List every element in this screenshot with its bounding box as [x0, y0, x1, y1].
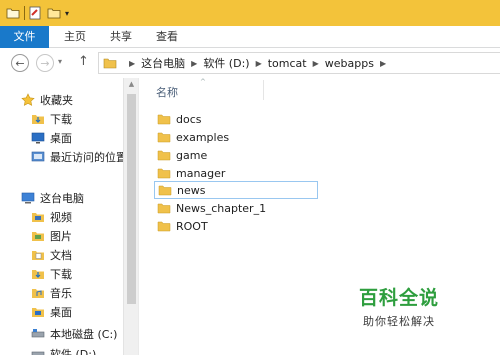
list-item-docs[interactable]: docs [154, 110, 318, 128]
watermark: 百科全说 助你轻松解决 [336, 283, 462, 329]
list-item-news-chapter-1[interactable]: News_chapter_1 [154, 199, 318, 217]
breadcrumb-chevron-icon[interactable]: ▶ [129, 59, 135, 68]
sidebar-item-desktop-pc[interactable]: 桌面 [30, 302, 72, 322]
folder-icon [156, 111, 172, 127]
sidebar-item-label: 桌面 [50, 132, 72, 145]
sidebar-item-videos[interactable]: 视频 [30, 207, 72, 227]
folder-icon [156, 129, 172, 145]
tab-file[interactable]: 文件 [0, 26, 49, 48]
watermark-title: 百科全说 [358, 287, 439, 309]
tab-share[interactable]: 共享 [101, 26, 141, 48]
list-item-root[interactable]: ROOT [154, 217, 318, 235]
file-name: News_chapter_1 [176, 201, 267, 215]
column-divider[interactable] [263, 80, 264, 100]
videos-folder-icon [30, 209, 46, 225]
customize-toolbar-chevron-icon[interactable]: ▾ [61, 9, 73, 18]
breadcrumb-this-pc[interactable]: 这台电脑 [141, 55, 185, 71]
list-item-game[interactable]: game [154, 146, 318, 164]
sidebar-item-label: 本地磁盘 (C:) [50, 328, 118, 341]
folder-icon [156, 218, 172, 234]
sidebar-item-recent-places[interactable]: 最近访问的位置 [30, 147, 127, 167]
recent-places-icon [30, 149, 46, 165]
breadcrumb-chevron-icon[interactable]: ▶ [313, 59, 319, 68]
sidebar-item-downloads-pc[interactable]: 下载 [30, 264, 72, 284]
file-name: news [177, 183, 206, 197]
sidebar-item-pictures[interactable]: 图片 [30, 226, 72, 246]
scroll-thumb[interactable] [127, 94, 136, 304]
sidebar-item-favorites[interactable]: 收藏夹 [20, 90, 73, 110]
folder-icon [156, 147, 172, 163]
column-header-name[interactable]: 名称 [156, 84, 178, 100]
folder-icon[interactable] [6, 2, 20, 24]
sidebar-item-label: 下载 [50, 268, 72, 281]
new-folder-icon[interactable] [47, 2, 61, 24]
recent-locations-chevron-icon[interactable]: ▾ [58, 57, 62, 66]
download-folder-icon [30, 111, 46, 127]
documents-folder-icon [30, 247, 46, 263]
file-name: game [176, 148, 208, 162]
sidebar-item-label: 这台电脑 [40, 192, 84, 205]
ribbon-tabs: 文件 主页 共享 查看 [0, 26, 500, 48]
drive-icon [30, 346, 46, 355]
scroll-up-icon[interactable]: ▲ [124, 80, 138, 92]
properties-icon[interactable] [29, 2, 42, 24]
sidebar-item-label: 收藏夹 [40, 94, 73, 107]
star-icon [20, 92, 36, 108]
sidebar-item-label: 最近访问的位置 [50, 151, 127, 164]
sidebar-item-local-disk-c[interactable]: 本地磁盘 (C:) [30, 324, 117, 344]
desktop-folder-icon [30, 304, 46, 320]
desktop-icon [30, 130, 46, 146]
breadcrumb-webapps[interactable]: webapps [325, 57, 374, 70]
file-name: ROOT [176, 219, 208, 233]
sidebar-item-desktop[interactable]: 桌面 [30, 128, 72, 148]
watermark-subtitle: 助你轻松解决 [363, 315, 435, 328]
breadcrumb-chevron-icon[interactable]: ▶ [380, 59, 386, 68]
toolbar-separator [24, 6, 25, 20]
title-bar: ▾ [0, 0, 500, 26]
list-item-manager[interactable]: manager [154, 164, 318, 182]
quick-access-toolbar: ▾ [0, 0, 73, 26]
sidebar-item-label: 图片 [50, 230, 72, 243]
breadcrumb-drive-d[interactable]: 软件 (D:) [203, 55, 249, 71]
navigation-bar: ← → ▾ ↑ ▶ 这台电脑 ▶ 软件 (D:) ▶ tomcat ▶ weba… [0, 48, 500, 78]
up-arrow-icon[interactable]: ↑ [78, 54, 89, 69]
sort-chevron-icon[interactable]: ^ [200, 78, 206, 86]
tab-home[interactable]: 主页 [49, 26, 101, 48]
sidebar-item-drive-d[interactable]: 软件 (D:) [30, 344, 96, 355]
sidebar-item-music[interactable]: 音乐 [30, 283, 72, 303]
file-name: docs [176, 112, 202, 126]
sidebar-item-label: 文档 [50, 249, 72, 262]
navigation-pane-scrollbar[interactable]: ▲ [123, 78, 138, 355]
file-name: examples [176, 130, 230, 144]
breadcrumb-chevron-icon[interactable]: ▶ [256, 59, 262, 68]
sidebar-item-documents[interactable]: 文档 [30, 245, 72, 265]
folder-icon [157, 182, 173, 198]
sidebar-item-this-pc[interactable]: 这台电脑 [20, 188, 84, 208]
pictures-folder-icon [30, 228, 46, 244]
sidebar-item-label: 桌面 [50, 306, 72, 319]
folder-icon [156, 165, 172, 181]
sidebar-item-label: 视频 [50, 211, 72, 224]
folder-icon [156, 200, 172, 216]
file-name: manager [176, 166, 226, 180]
sidebar-item-downloads[interactable]: 下载 [30, 109, 72, 129]
music-folder-icon [30, 285, 46, 301]
forward-arrow-icon[interactable]: → [36, 54, 54, 72]
breadcrumb-chevron-icon[interactable]: ▶ [191, 59, 197, 68]
list-item-news[interactable]: news [154, 181, 318, 199]
back-arrow-icon[interactable]: ← [11, 54, 29, 72]
address-bar[interactable]: ▶ 这台电脑 ▶ 软件 (D:) ▶ tomcat ▶ webapps ▶ [98, 52, 500, 74]
computer-icon [20, 190, 36, 206]
address-folder-icon [103, 56, 117, 70]
sidebar-item-label: 下载 [50, 113, 72, 126]
tab-view[interactable]: 查看 [141, 26, 193, 48]
sidebar-item-label: 音乐 [50, 287, 72, 300]
drive-icon [30, 326, 46, 342]
navigation-pane: 收藏夹 下载 桌面 最近访问的位置 这台电脑 视频 图片 文档 下载 音乐 桌面… [0, 78, 139, 355]
download-folder-icon [30, 266, 46, 282]
breadcrumb-tomcat[interactable]: tomcat [268, 57, 307, 70]
sidebar-item-label: 软件 (D:) [50, 348, 97, 355]
list-item-examples[interactable]: examples [154, 128, 318, 146]
